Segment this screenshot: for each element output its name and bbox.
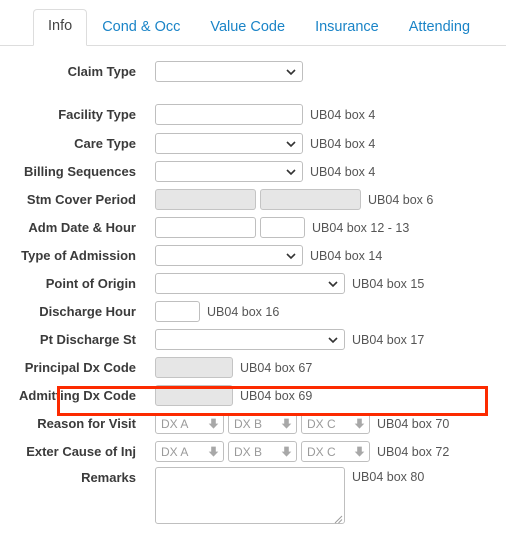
input-adm-date[interactable]: [155, 217, 256, 238]
input-stm-cover-period-from[interactable]: [155, 189, 256, 210]
field-row-facility-type: Facility Type UB04 box 4: [0, 102, 506, 127]
label-care-type: Care Type: [74, 136, 136, 151]
annotation-type-of-admission: UB04 box 14: [310, 248, 383, 263]
arrow-down-icon: [207, 417, 220, 430]
input-reason-for-visit-dx-c[interactable]: DX C: [301, 413, 370, 434]
input-stm-cover-period-to[interactable]: [260, 189, 361, 210]
input-adm-hour[interactable]: [260, 217, 305, 238]
field-row-principal-dx-code: Principal Dx Code UB04 box 67: [0, 355, 506, 380]
tab-value-code-label: Value Code: [210, 19, 286, 36]
tab-insurance-label: Insurance: [315, 19, 379, 36]
label-point-of-origin: Point of Origin: [45, 276, 136, 291]
field-row-type-of-admission: Type of Admission UB04 box 14: [0, 243, 506, 268]
label-discharge-hour: Discharge Hour: [39, 304, 136, 319]
tab-cond-and-occ[interactable]: Cond & Occ: [87, 10, 195, 46]
input-reason-for-visit-dx-b[interactable]: DX B: [228, 413, 297, 434]
annotation-adm-date-hour: UB04 box 12 - 13: [312, 220, 410, 235]
chevron-down-icon: [286, 251, 296, 260]
form-body: Claim Type Facility Type UB04 box 4 Care…: [0, 46, 506, 531]
field-row-adm-date-hour: Adm Date & Hour UB04 box 12 - 13: [0, 215, 506, 240]
input-reason-for-visit-dx-a[interactable]: DX A: [155, 413, 224, 434]
arrow-down-icon: [280, 445, 293, 458]
input-reason-for-visit-dx-c-placeholder: DX C: [307, 416, 336, 431]
label-exter-cause-of-inj: Exter Cause of Inj: [26, 444, 136, 459]
resize-handle-icon[interactable]: [332, 511, 343, 524]
annotation-point-of-origin: UB04 box 15: [352, 276, 425, 291]
tab-insurance[interactable]: Insurance: [300, 10, 394, 46]
arrow-down-icon: [353, 445, 366, 458]
annotation-stm-cover-period: UB04 box 6: [368, 192, 434, 207]
tab-attending-label: Attending: [408, 19, 471, 36]
arrow-down-icon: [353, 417, 366, 430]
label-principal-dx-code: Principal Dx Code: [24, 360, 136, 375]
label-remarks: Remarks: [81, 470, 136, 485]
annotation-billing-sequences: UB04 box 4: [310, 164, 376, 179]
annotation-remarks: UB04 box 80: [352, 470, 425, 484]
input-principal-dx-code[interactable]: [155, 357, 233, 378]
chevron-down-icon: [328, 335, 338, 344]
input-facility-type[interactable]: [155, 104, 303, 125]
label-adm-date-hour: Adm Date & Hour: [28, 220, 136, 235]
input-exter-cause-dx-a[interactable]: DX A: [155, 441, 224, 462]
annotation-discharge-hour: UB04 box 16: [207, 304, 280, 319]
chevron-down-icon: [328, 279, 338, 288]
label-pt-discharge-st: Pt Discharge St: [39, 332, 136, 347]
tab-info-label: Info: [48, 18, 73, 35]
input-exter-cause-dx-c[interactable]: DX C: [301, 441, 370, 462]
chevron-down-icon: [286, 67, 296, 76]
tab-attending[interactable]: Attending: [394, 10, 485, 46]
textarea-remarks[interactable]: [155, 467, 345, 524]
field-row-reason-for-visit: Reason for Visit DX A DX B DX C UB04 box…: [0, 411, 506, 436]
tab-value-code[interactable]: Value Code: [195, 10, 300, 46]
arrow-down-icon: [207, 445, 220, 458]
field-row-discharge-hour: Discharge Hour UB04 box 16: [0, 299, 506, 324]
field-row-care-type: Care Type UB04 box 4: [0, 131, 506, 156]
field-row-point-of-origin: Point of Origin UB04 box 15: [0, 271, 506, 296]
label-billing-sequences: Billing Sequences: [24, 164, 136, 179]
select-pt-discharge-st[interactable]: [155, 329, 345, 350]
input-exter-cause-dx-c-placeholder: DX C: [307, 444, 336, 459]
label-admitting-dx-code: Admitting Dx Code: [19, 388, 136, 403]
annotation-exter-cause-of-inj: UB04 box 72: [377, 444, 450, 459]
field-row-stm-cover-period: Stm Cover Period UB04 box 6: [0, 187, 506, 212]
tab-bar: Info Cond & Occ Value Code Insurance Att…: [0, 0, 506, 46]
annotation-facility-type: UB04 box 4: [310, 107, 376, 122]
annotation-care-type: UB04 box 4: [310, 136, 376, 151]
ub04-claim-form-panel: Info Cond & Occ Value Code Insurance Att…: [0, 0, 506, 537]
label-claim-type: Claim Type: [67, 64, 136, 79]
annotation-pt-discharge-st: UB04 box 17: [352, 332, 425, 347]
select-type-of-admission[interactable]: [155, 245, 303, 266]
annotation-admitting-dx-code: UB04 box 69: [240, 388, 313, 403]
select-care-type[interactable]: [155, 133, 303, 154]
label-reason-for-visit: Reason for Visit: [37, 416, 136, 431]
annotation-principal-dx-code: UB04 box 67: [240, 360, 313, 375]
field-row-exter-cause-of-inj: Exter Cause of Inj DX A DX B DX C UB04 b…: [0, 439, 506, 464]
field-row-pt-discharge-st: Pt Discharge St UB04 box 17: [0, 327, 506, 352]
tab-info[interactable]: Info: [33, 9, 88, 46]
arrow-down-icon: [280, 417, 293, 430]
field-row-billing-sequences: Billing Sequences UB04 box 4: [0, 159, 506, 184]
field-row-admitting-dx-code: Admitting Dx Code UB04 box 69: [0, 383, 506, 408]
input-admitting-dx-code[interactable]: [155, 385, 233, 406]
label-stm-cover-period: Stm Cover Period: [26, 192, 136, 207]
input-reason-for-visit-dx-b-placeholder: DX B: [234, 416, 263, 431]
select-claim-type[interactable]: [155, 61, 303, 82]
chevron-down-icon: [286, 167, 296, 176]
input-exter-cause-dx-a-placeholder: DX A: [161, 444, 189, 459]
input-reason-for-visit-dx-a-placeholder: DX A: [161, 416, 189, 431]
field-row-remarks: Remarks UB04 box 80: [0, 467, 506, 531]
annotation-reason-for-visit: UB04 box 70: [377, 416, 450, 431]
input-exter-cause-dx-b[interactable]: DX B: [228, 441, 297, 462]
tab-cond-and-occ-label: Cond & Occ: [102, 19, 181, 36]
input-exter-cause-dx-b-placeholder: DX B: [234, 444, 263, 459]
select-point-of-origin[interactable]: [155, 273, 345, 294]
label-facility-type: Facility Type: [58, 107, 136, 122]
label-type-of-admission: Type of Admission: [21, 248, 136, 263]
chevron-down-icon: [286, 139, 296, 148]
input-discharge-hour[interactable]: [155, 301, 200, 322]
field-row-claim-type: Claim Type: [0, 59, 506, 84]
select-billing-sequences[interactable]: [155, 161, 303, 182]
